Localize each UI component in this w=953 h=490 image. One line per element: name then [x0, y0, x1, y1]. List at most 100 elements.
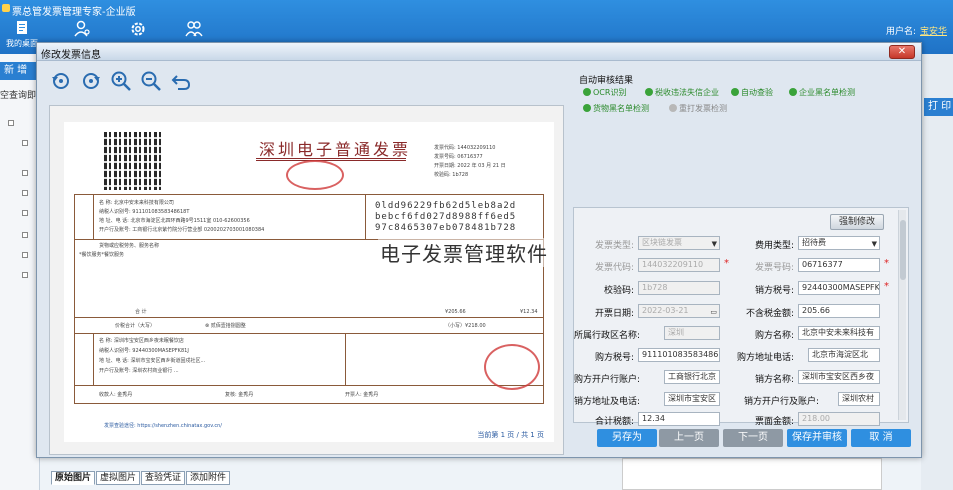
user-label: 用户名:: [885, 27, 916, 37]
cipher-line: 0ldd96229fb62d5leb8a2d: [375, 201, 517, 211]
tree-expander[interactable]: [22, 140, 28, 146]
scrollbar-thumb[interactable]: [900, 220, 906, 280]
table-divider: [75, 317, 543, 318]
calendar-icon: ▭: [710, 308, 717, 316]
undo-icon[interactable]: [169, 69, 193, 93]
cipher-area: 0ldd96229fb62d5leb8a2d bebcf6fd027d8988f…: [375, 201, 516, 234]
cancel-button[interactable]: 取 消: [851, 429, 911, 447]
invoice-no-field[interactable]: 06716377: [798, 258, 880, 272]
invoice-seal-seller: [484, 344, 540, 390]
audit-item-label: 重打发票检测: [679, 104, 727, 113]
audit-item-tax-violation: 税收违法失信企业: [645, 87, 719, 98]
chevron-down-icon: ▼: [871, 240, 877, 248]
expense-type-select[interactable]: 招待费 ▼: [798, 236, 880, 250]
required-mark: *: [884, 258, 889, 269]
check-icon: [645, 88, 653, 96]
buyer-tax-field[interactable]: 91110108358348618T: [638, 348, 720, 362]
image-tabs: 原始图片 虚拟图片 查验凭证 添加附件: [51, 471, 231, 485]
total-small-text: （小写）¥218.00: [445, 323, 486, 329]
face-amount-field[interactable]: 218.00: [798, 412, 880, 426]
audit-item-reprint: 重打发票检测: [669, 103, 727, 114]
invoice-image-viewer[interactable]: 深圳电子普通发票 发票代码: 144032209110 发票号码: 067163…: [49, 105, 564, 455]
buyer-addr-text: 地 址、电 话: 北京市海淀区北四环西路9号1511室 010-62600356: [99, 218, 250, 224]
check-icon: [583, 104, 591, 112]
dialog-close-button[interactable]: ✕: [889, 45, 915, 59]
zoom-out-icon[interactable]: [139, 69, 163, 93]
next-page-button[interactable]: 下一页: [723, 429, 783, 447]
invoice-code-field: 144032209110: [638, 258, 720, 272]
tree-expander[interactable]: [22, 170, 28, 176]
print-button[interactable]: 打 印: [924, 98, 953, 116]
tab-virtual-image[interactable]: 虚拟图片: [96, 471, 141, 485]
check-code-field[interactable]: 1b728: [638, 281, 720, 295]
cipher-line: 97c8465307eb078481b728: [375, 223, 517, 233]
dialog-title: 修改发票信息: [41, 50, 101, 61]
toolbar-user-settings[interactable]: [62, 20, 102, 40]
user-name-link[interactable]: 宝安华: [920, 27, 947, 37]
required-mark: *: [884, 281, 889, 292]
tax-amount-label: 合计税额:: [594, 417, 634, 427]
force-edit-button[interactable]: 强制修改: [830, 214, 884, 230]
seller-name-label: 销方名称:: [754, 375, 794, 385]
tax-amount-field[interactable]: 12.34: [638, 412, 720, 426]
background-invoice-preview: [622, 458, 882, 490]
check-icon: [583, 88, 591, 96]
tree-expander[interactable]: [22, 232, 28, 238]
invoice-image-title: 深圳电子普通发票: [259, 140, 412, 159]
page-indicator: 当前第 1 页 / 共 1 页: [477, 431, 544, 439]
invoice-form: 强制修改 发票类型: 区块链发票 ▼ 费用类型: 招待费 ▼ 发票代码: 14403…: [573, 207, 909, 427]
rotate-left-icon[interactable]: [49, 69, 73, 93]
seller-tax-field[interactable]: 92440300MASEPFK81J: [798, 281, 880, 295]
seller-name-text: 名 称: 深圳市宝安区西乡夜未眠餐饮店: [99, 338, 184, 344]
buyer-name-field[interactable]: 北京中安未来科技有: [798, 326, 880, 340]
check-icon: [789, 88, 797, 96]
issue-date-value: 2022-03-21: [642, 306, 689, 315]
item-header-text: 货物或应税劳务、服务名称: [99, 243, 160, 249]
check-icon: [731, 88, 739, 96]
invoice-title-underline: [256, 158, 406, 161]
seller-name-field[interactable]: 深圳市宝安区西乡夜: [798, 370, 880, 384]
tree-expander[interactable]: [22, 272, 28, 278]
issue-date-field[interactable]: 2022-03-21 ▭: [638, 304, 720, 318]
region-field[interactable]: 深圳: [664, 326, 720, 340]
tab-original-image[interactable]: 原始图片: [51, 471, 96, 485]
users-icon: [185, 21, 203, 37]
drawer-text: 开票人: 金秀丹: [345, 392, 379, 398]
app-logo: [2, 4, 10, 12]
check-code-label: 校验码:: [603, 286, 634, 296]
audit-results: OCR识别 税收违法失信企业 自动查验 企业黑名单检测 货物黑名单检测 重打发票…: [579, 85, 915, 115]
table-divider: [93, 195, 94, 239]
save-and-audit-button[interactable]: 保存并审核: [787, 429, 847, 447]
tree-expander[interactable]: [8, 120, 14, 126]
seller-addr-label: 销方地址及电话:: [574, 397, 641, 407]
buyer-bank-text: 开户行及账号: 工商银行北京紫竹院分行营业部 02002027030010803…: [99, 227, 265, 233]
app-right-panel: [921, 54, 953, 490]
seller-bank-field[interactable]: 深圳农村: [838, 392, 880, 406]
tree-expander[interactable]: [22, 190, 28, 196]
tab-verification-voucher[interactable]: 查验凭证: [141, 471, 186, 485]
seller-addr-field[interactable]: 深圳市宝安区: [664, 392, 720, 406]
form-scrollbar[interactable]: [898, 210, 906, 420]
zoom-in-icon[interactable]: [109, 69, 133, 93]
audit-item-ocr: OCR识别: [583, 87, 626, 98]
buyer-bank-field[interactable]: 工商银行北京: [664, 370, 720, 384]
invoice-table: 名 称: 北京中安未来科技有限公司 纳税人识别号: 91110108358348…: [74, 194, 544, 404]
seller-tax-text: 纳税人识别号: 92440300MASEPFK81J: [99, 348, 189, 354]
audit-item-auto-verify: 自动查验: [731, 87, 773, 98]
buyer-tax-text: 纳税人识别号: 91110108358348618T: [99, 209, 190, 215]
save-as-button[interactable]: 另存为: [597, 429, 657, 447]
subtotal-label-text: 合 计: [135, 309, 147, 315]
new-button[interactable]: 新 增: [0, 62, 38, 80]
tab-add-attachment[interactable]: 添加附件: [186, 471, 231, 485]
toolbar-settings[interactable]: [118, 20, 158, 40]
tree-expander[interactable]: [22, 210, 28, 216]
rotate-right-icon[interactable]: [79, 69, 103, 93]
untaxed-amount-field[interactable]: 205.66: [798, 304, 880, 318]
invoice-footer-note: 发票查验途径: https://shenzhen.chinatax.gov.cn…: [104, 423, 222, 429]
seller-bank-label: 销方开户行及账户:: [744, 397, 820, 407]
prev-page-button[interactable]: 上一页: [659, 429, 719, 447]
buyer-addr-field[interactable]: 北京市海淀区北: [808, 348, 880, 362]
buyer-name-text: 名 称: 北京中安未来科技有限公司: [99, 200, 174, 206]
tree-expander[interactable]: [22, 252, 28, 258]
toolbar-users[interactable]: [174, 20, 214, 40]
